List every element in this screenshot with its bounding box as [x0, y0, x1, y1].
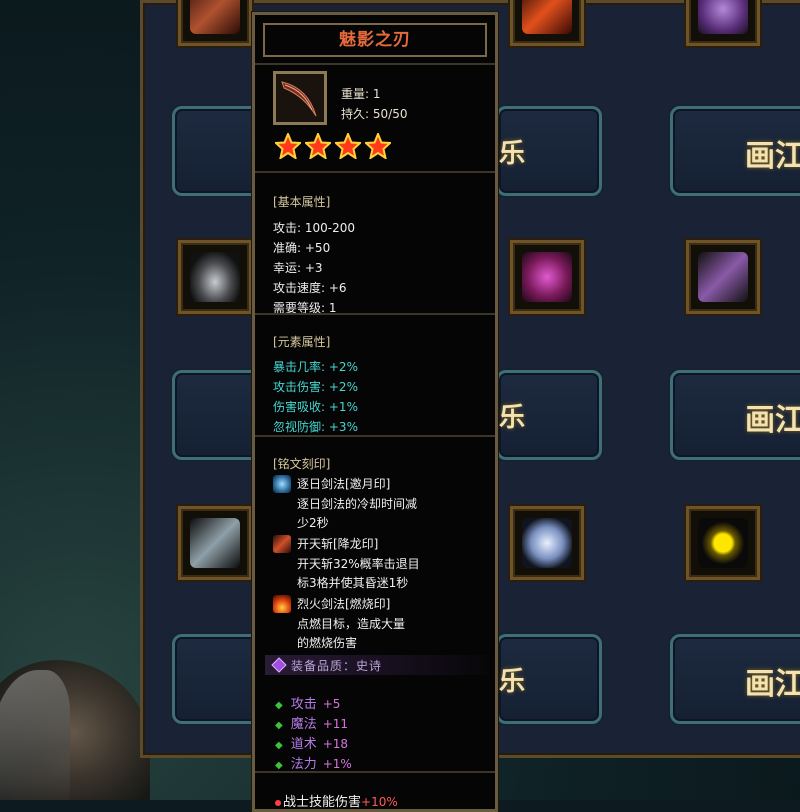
inscription-desc: 少2秒 — [297, 516, 329, 530]
basic-attributes-heading: [基本属性] — [273, 195, 331, 209]
element-attr-row: 暴击几率: +2% — [273, 360, 358, 374]
diamond-bullet-icon: ◆ — [275, 740, 283, 751]
divider — [255, 171, 495, 173]
inscription-desc: 逐日剑法的冷却时间减 — [297, 497, 418, 511]
divider — [255, 771, 495, 773]
inscription-name: 逐日剑法[邀月印] — [297, 477, 391, 491]
item-slot[interactable] — [686, 0, 760, 46]
star-icon — [335, 133, 361, 159]
blade-item-icon — [190, 0, 240, 34]
star-icon — [275, 133, 301, 159]
quality-gem-icon — [271, 657, 287, 673]
star-icon — [365, 133, 391, 159]
staff-item-icon — [698, 252, 748, 302]
skill-bonus-row: 战士技能伤害+10% — [275, 791, 398, 810]
item-slot[interactable] — [686, 506, 760, 580]
basic-attr-row: 攻击速度: +6 — [273, 281, 347, 295]
element-attributes-heading: [元素属性] — [273, 335, 331, 349]
moon-seal-icon — [273, 475, 291, 493]
diamond-bullet-icon: ◆ — [275, 760, 283, 771]
divider — [255, 63, 495, 65]
inscription-heading: [铭文刻印] — [273, 457, 331, 471]
inscription-desc: 的燃烧伤害 — [297, 636, 358, 650]
item-slot[interactable] — [178, 506, 252, 580]
durability-stat: 持久: 50/50 — [341, 107, 408, 121]
bonus-row: ◆ 魔法 +11 — [275, 717, 349, 732]
ring-item-icon — [698, 518, 748, 568]
plaque-label: 画江 — [745, 403, 800, 438]
diamond-bullet-icon: ◆ — [275, 700, 283, 711]
bonus-row: ◆ 法力 +1% — [275, 757, 352, 772]
item-slot[interactable] — [178, 240, 252, 314]
basic-attr-row: 准确: +50 — [273, 241, 331, 255]
equipment-plaque[interactable]: 乐 — [496, 106, 602, 196]
item-tooltip: 魅影之刃 重量: 1 持久: 50/50 [基本属性] 攻击: 100-200 … — [252, 12, 498, 812]
plaque-label: 乐 — [499, 403, 526, 433]
star-icon — [305, 133, 331, 159]
fire-seal-icon — [273, 595, 291, 613]
plaque-label: 画江 — [745, 667, 800, 702]
inscription-name: 烈火剑法[燃烧印] — [297, 597, 391, 611]
weight-stat: 重量: 1 — [341, 87, 381, 101]
flame-sword-item-icon — [522, 0, 572, 34]
equipment-plaque[interactable]: 画江 — [670, 106, 800, 196]
red-dot-icon — [275, 799, 281, 806]
item-slot[interactable] — [510, 0, 584, 46]
equipment-plaque[interactable]: 画江 — [670, 370, 800, 460]
equipment-plaque[interactable]: 画江 — [670, 634, 800, 724]
bonus-row: ◆ 道术 +18 — [275, 737, 349, 752]
inscription-name: 开天斩[降龙印] — [297, 537, 379, 551]
quality-label: 装备品质：史诗 — [291, 659, 383, 673]
character-hair — [0, 670, 70, 800]
item-slot[interactable] — [686, 240, 760, 314]
dragon-seal-icon — [273, 535, 291, 553]
divider — [255, 435, 495, 437]
item-icon-frame — [273, 71, 327, 125]
crystal-item-icon — [522, 518, 572, 568]
equipment-plaque[interactable]: 乐 — [496, 370, 602, 460]
element-attr-row: 忽视防御: +3% — [273, 420, 358, 434]
item-name: 魅影之刃 — [263, 23, 487, 57]
plaque-label: 乐 — [499, 139, 526, 169]
equipment-plaque[interactable]: 乐 — [496, 634, 602, 724]
basic-attr-row: 幸运: +3 — [273, 261, 323, 275]
inscription-desc: 开天斩32%概率击退目 — [297, 557, 420, 571]
boots-item-icon — [190, 252, 240, 302]
bonus-row: ◆ 攻击 +5 — [275, 697, 341, 712]
inscription-desc: 标3格并使其昏迷1秒 — [297, 576, 409, 590]
item-slot[interactable] — [510, 506, 584, 580]
plaque-label: 画江 — [745, 139, 800, 174]
curved-blade-icon — [281, 81, 317, 117]
star-rating — [275, 133, 391, 159]
element-attr-row: 攻击伤害: +2% — [273, 380, 358, 394]
plaque-label: 乐 — [499, 667, 526, 697]
diamond-bullet-icon: ◆ — [275, 720, 283, 731]
element-attr-row: 伤害吸收: +1% — [273, 400, 358, 414]
divider — [255, 313, 495, 315]
wing-item-icon — [698, 0, 748, 34]
spear-item-icon — [190, 518, 240, 568]
inscription-desc: 点燃目标，造成大量 — [297, 617, 406, 631]
armor-item-icon — [522, 252, 572, 302]
basic-attr-row: 攻击: 100-200 — [273, 221, 356, 235]
item-slot[interactable] — [510, 240, 584, 314]
item-slot[interactable] — [178, 0, 252, 46]
